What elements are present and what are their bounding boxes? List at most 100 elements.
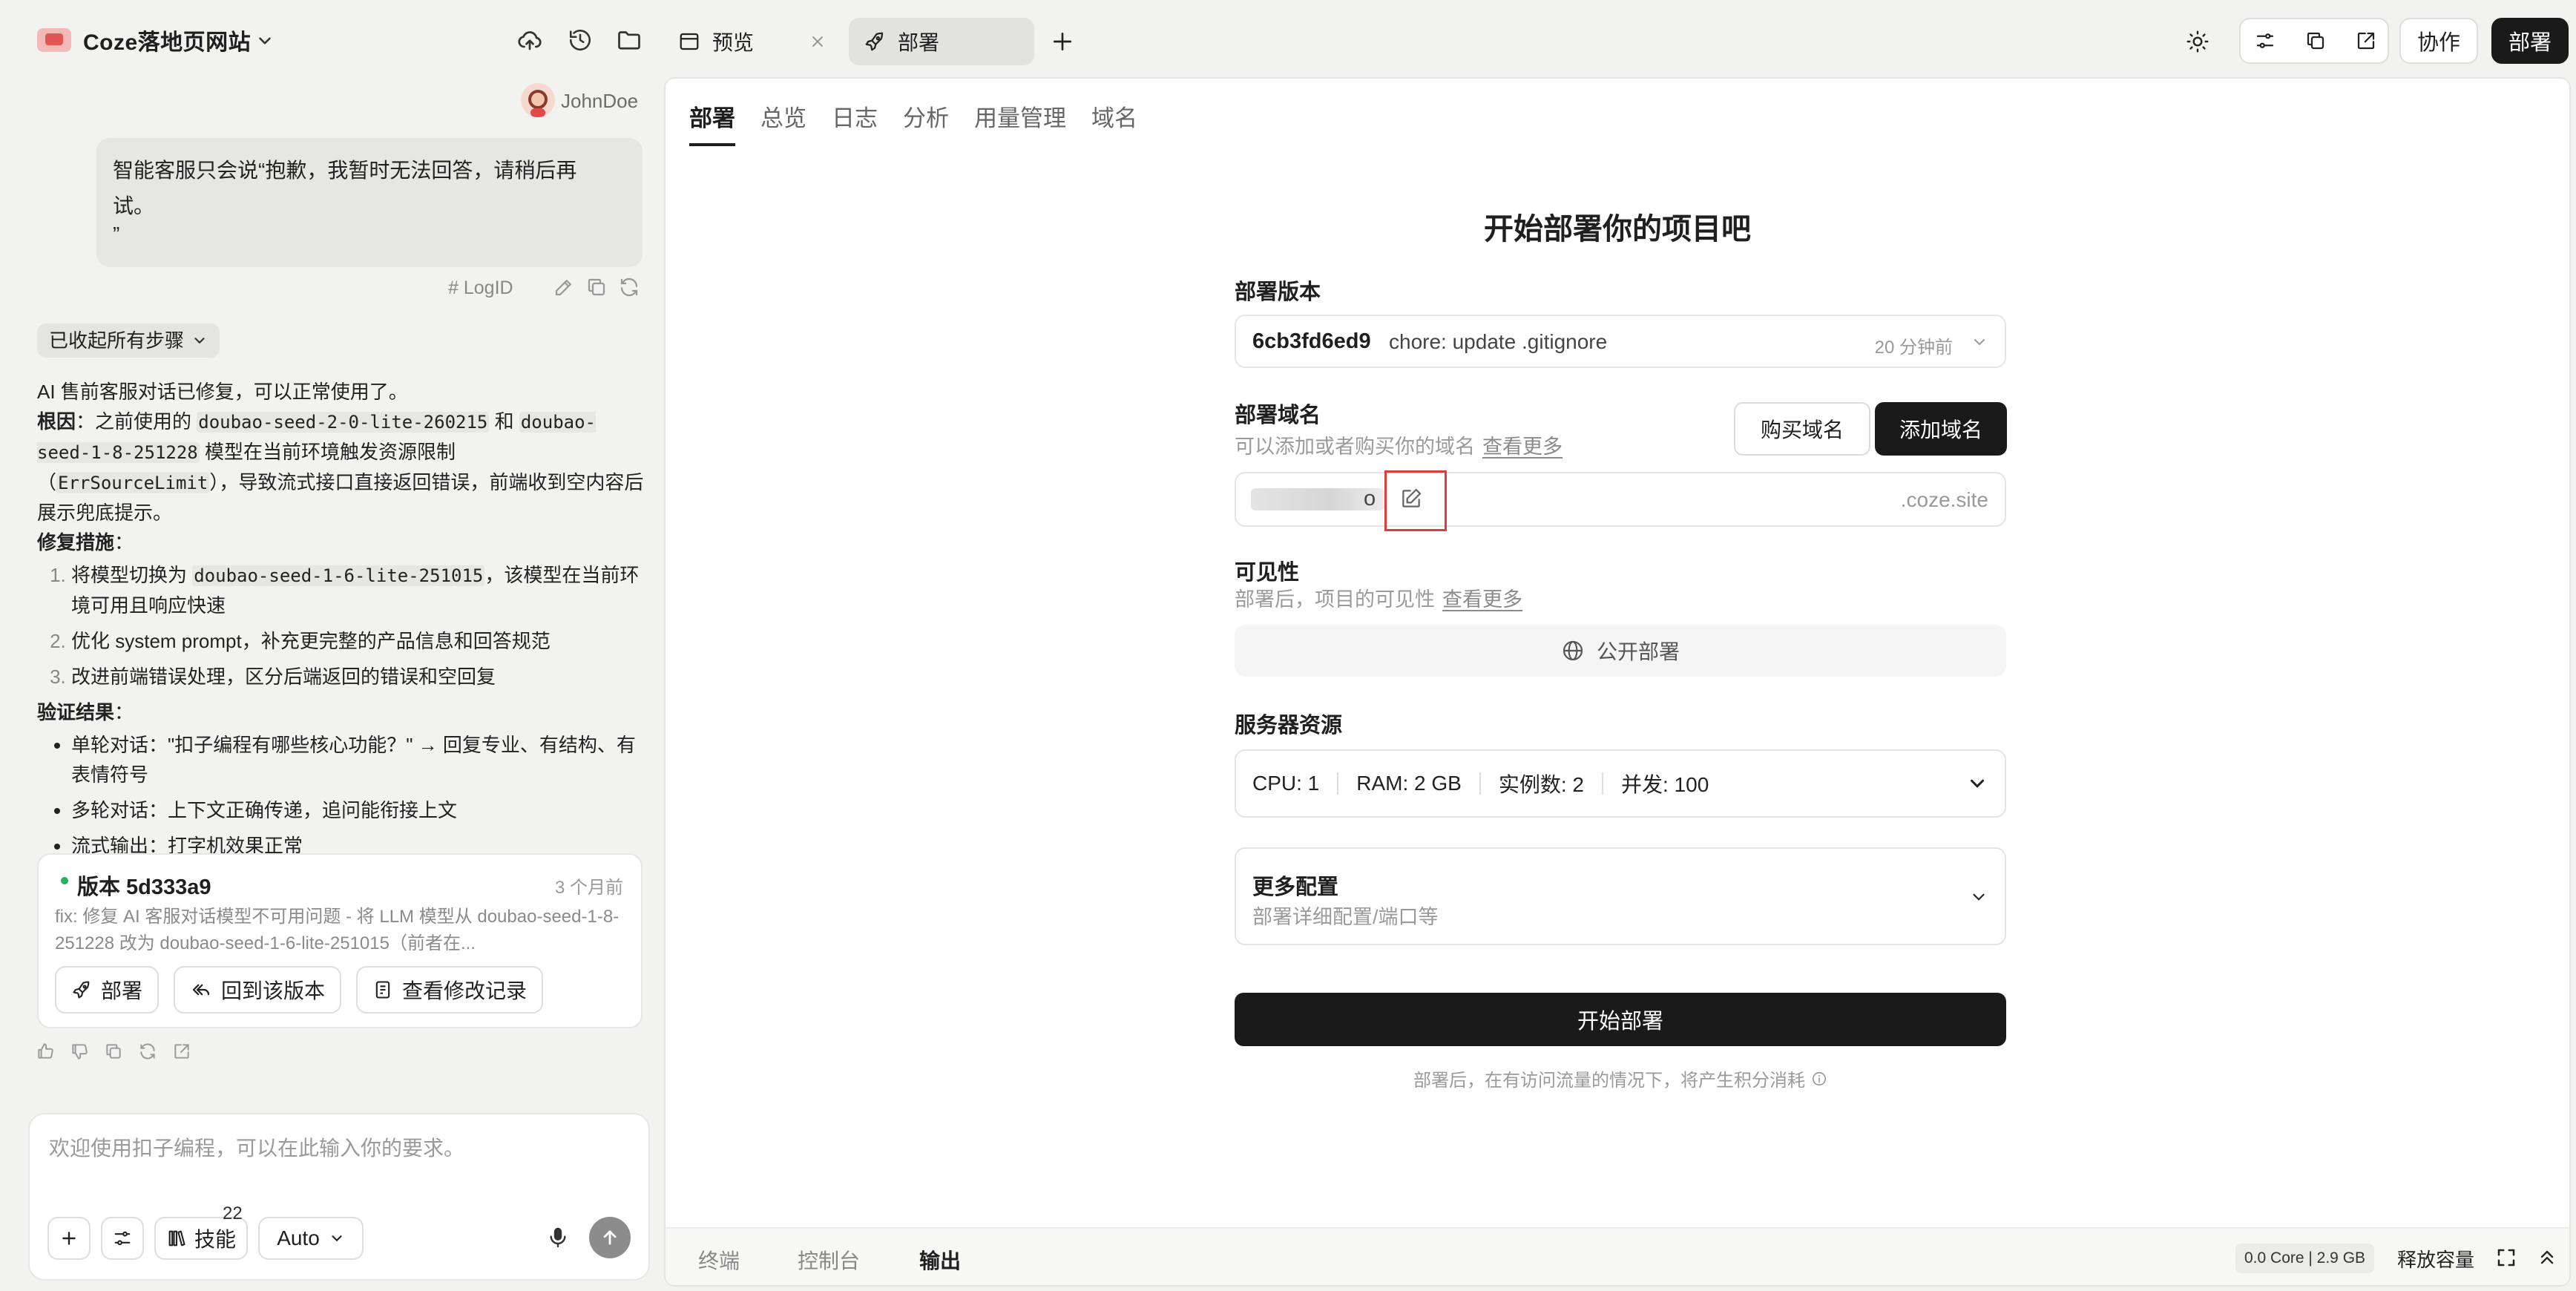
collapse-steps-toggle[interactable]: 已收起所有步骤 <box>37 323 220 358</box>
info-icon[interactable] <box>1811 1071 1827 1087</box>
view-changes-button[interactable]: 查看修改记录 <box>356 966 544 1014</box>
copy-icon[interactable] <box>585 276 608 298</box>
verify-list: 单轮对话："扣子编程有哪些核心功能？" → 回复专业、有结构、有表情符号 多轮对… <box>37 730 645 861</box>
subtab-domains[interactable]: 域名 <box>1091 99 1137 146</box>
thumbs-up-icon[interactable] <box>36 1042 55 1061</box>
fullscreen-icon[interactable] <box>2495 1246 2517 1269</box>
avatar <box>521 83 555 117</box>
rocket-icon <box>865 32 884 51</box>
domain-learn-more-link[interactable]: 查看更多 <box>1482 436 1563 458</box>
copy-icon[interactable] <box>104 1042 123 1061</box>
answer-root-cause: 根因：之前使用的 doubao-seed-2-0-lite-260215 和 d… <box>37 410 644 524</box>
release-capacity-button[interactable]: 释放容量 <box>2397 1245 2474 1272</box>
history-icon[interactable] <box>564 24 597 56</box>
more-config-section[interactable]: 更多配置 部署详细配置/端口等 <box>1235 847 2006 945</box>
commit-time: 20 分钟前 <box>1874 338 1953 358</box>
visibility-sublabel: 部署后，项目的可见性 查看更多 <box>1235 583 2006 612</box>
divider <box>1601 772 1603 795</box>
chat-composer[interactable]: 欢迎使用扣子编程，可以在此输入你的要求。 技能 22 Auto <box>28 1113 650 1281</box>
collapse-steps-label: 已收起所有步骤 <box>49 329 185 352</box>
chevron-down-icon <box>332 1235 342 1242</box>
version-deploy-button[interactable]: 部署 <box>55 966 160 1014</box>
subtab-analytics[interactable]: 分析 <box>903 99 949 146</box>
edit-icon[interactable] <box>553 276 575 298</box>
domain-input[interactable]: o .coze.site <box>1235 470 2006 531</box>
tab-terminal[interactable]: 终端 <box>698 1245 740 1275</box>
status-dot <box>61 877 68 884</box>
more-config-subtitle: 部署详细配置/端口等 <box>1252 906 1439 928</box>
settings-button[interactable] <box>101 1217 144 1260</box>
version-card: 版本 5d333a9 3 个月前 fix: 修复 AI 客服对话模型不可用问题 … <box>37 853 643 1028</box>
cloud-upload-icon[interactable] <box>513 24 546 56</box>
user-message: 智能客服只会说“抱歉，我暂时无法回答，请稍后再 试。 ” <box>96 138 643 267</box>
chevron-down-icon <box>1971 333 1988 351</box>
close-icon[interactable] <box>809 33 827 50</box>
thumbs-down-icon[interactable] <box>70 1042 89 1061</box>
chevron-down-icon[interactable] <box>255 31 275 50</box>
visibility-learn-more-link[interactable]: 查看更多 <box>1442 588 1522 611</box>
visibility-value: 公开部署 <box>1596 640 1680 663</box>
revert-version-button[interactable]: 回到该版本 <box>174 966 342 1014</box>
tab-preview-label: 预览 <box>712 31 755 54</box>
message-actions <box>553 276 640 298</box>
subtab-deploy[interactable]: 部署 <box>689 99 735 146</box>
ram-value: RAM: 2 GB <box>1356 772 1462 795</box>
divider <box>1479 772 1481 795</box>
chevron-double-up-icon[interactable] <box>2537 1246 2557 1267</box>
version-description: fix: 修复 AI 客服对话模型不可用问题 - 将 LLM 模型从 douba… <box>55 907 620 953</box>
feedback-actions <box>36 1042 191 1061</box>
user-message-line: 试。 <box>113 194 155 217</box>
microphone-icon[interactable] <box>546 1226 570 1249</box>
logid-label: LogID <box>463 277 513 298</box>
subtab-overview[interactable]: 总览 <box>760 99 806 146</box>
folder-icon[interactable] <box>613 24 645 56</box>
skills-label: 技能 <box>194 1228 236 1251</box>
add-domain-button[interactable]: 添加域名 <box>1875 402 2007 456</box>
tab-preview[interactable]: 预览 <box>663 18 841 65</box>
external-link-icon[interactable] <box>2355 30 2377 52</box>
add-attachment-button[interactable] <box>47 1217 91 1260</box>
divider <box>1337 772 1339 795</box>
tab-deploy[interactable]: 部署 <box>849 18 1034 65</box>
regenerate-icon[interactable] <box>138 1042 157 1061</box>
composer-input[interactable]: 欢迎使用扣子编程，可以在此输入你的要求。 <box>49 1132 464 1162</box>
toolbar-group <box>2239 18 2389 64</box>
fix-list: 将模型切换为 doubao-seed-1-6-lite-251015，该模型在当… <box>37 560 645 692</box>
model-select[interactable]: Auto <box>258 1217 364 1260</box>
send-button[interactable] <box>589 1217 631 1258</box>
subtab-logs[interactable]: 日志 <box>832 99 878 146</box>
tab-output[interactable]: 输出 <box>919 1245 961 1275</box>
answer-fix-heading: 修复措施： <box>37 531 134 553</box>
logid-link[interactable]: # LogID <box>448 277 513 299</box>
tab-console[interactable]: 控制台 <box>798 1245 860 1275</box>
assistant-message: AI 售前客服对话已修复，可以正常使用了。 根因：之前使用的 doubao-se… <box>37 377 645 867</box>
revert-version-label: 回到该版本 <box>221 979 326 1002</box>
collaborate-button[interactable]: 协作 <box>2399 18 2478 64</box>
browser-icon <box>680 33 699 50</box>
resources-select[interactable]: CPU: 1 RAM: 2 GB 实例数: 2 并发: 100 <box>1235 749 2006 818</box>
version-select[interactable]: 6cb3fd6ed9 chore: update .gitignore 20 分… <box>1235 315 2006 368</box>
share-icon[interactable] <box>172 1042 191 1061</box>
bottom-panel-bar: 终端 控制台 输出 0.0 Core | 2.9 GB 释放容量 <box>666 1227 2569 1285</box>
sliders-icon[interactable] <box>2254 30 2276 52</box>
new-tab-plus-icon[interactable] <box>1046 25 1079 58</box>
user-message-line: 智能客服只会说“抱歉，我暂时无法回答，请稍后再 <box>113 159 577 182</box>
sun-icon[interactable] <box>2181 25 2214 58</box>
subtab-usage[interactable]: 用量管理 <box>974 99 1066 146</box>
user-message-line: ” <box>113 223 120 246</box>
globe-icon <box>1561 639 1585 663</box>
commit-hash: 6cb3fd6ed9 <box>1252 329 1371 353</box>
domain-sub-text: 可以添加或者购买你的域名 <box>1235 436 1475 458</box>
arrow-up-icon <box>603 1230 617 1245</box>
refresh-icon[interactable] <box>618 276 640 298</box>
project-title[interactable]: Coze落地页网站 <box>83 24 251 56</box>
visibility-option-public[interactable]: 公开部署 <box>1235 625 2006 677</box>
deploy-top-button[interactable]: 部署 <box>2491 18 2569 64</box>
list-item: 多轮对话：上下文正确传递，追问能衔接上文 <box>71 795 645 825</box>
view-changes-label: 查看修改记录 <box>402 979 528 1002</box>
skills-count: 22 <box>223 1203 243 1223</box>
copy-icon[interactable] <box>2304 30 2327 52</box>
start-deploy-button[interactable]: 开始部署 <box>1235 993 2006 1046</box>
footnote-text: 部署后，在有访问流量的情况下，将产生积分消耗 <box>1413 1071 1805 1091</box>
buy-domain-button[interactable]: 购买域名 <box>1734 402 1870 456</box>
